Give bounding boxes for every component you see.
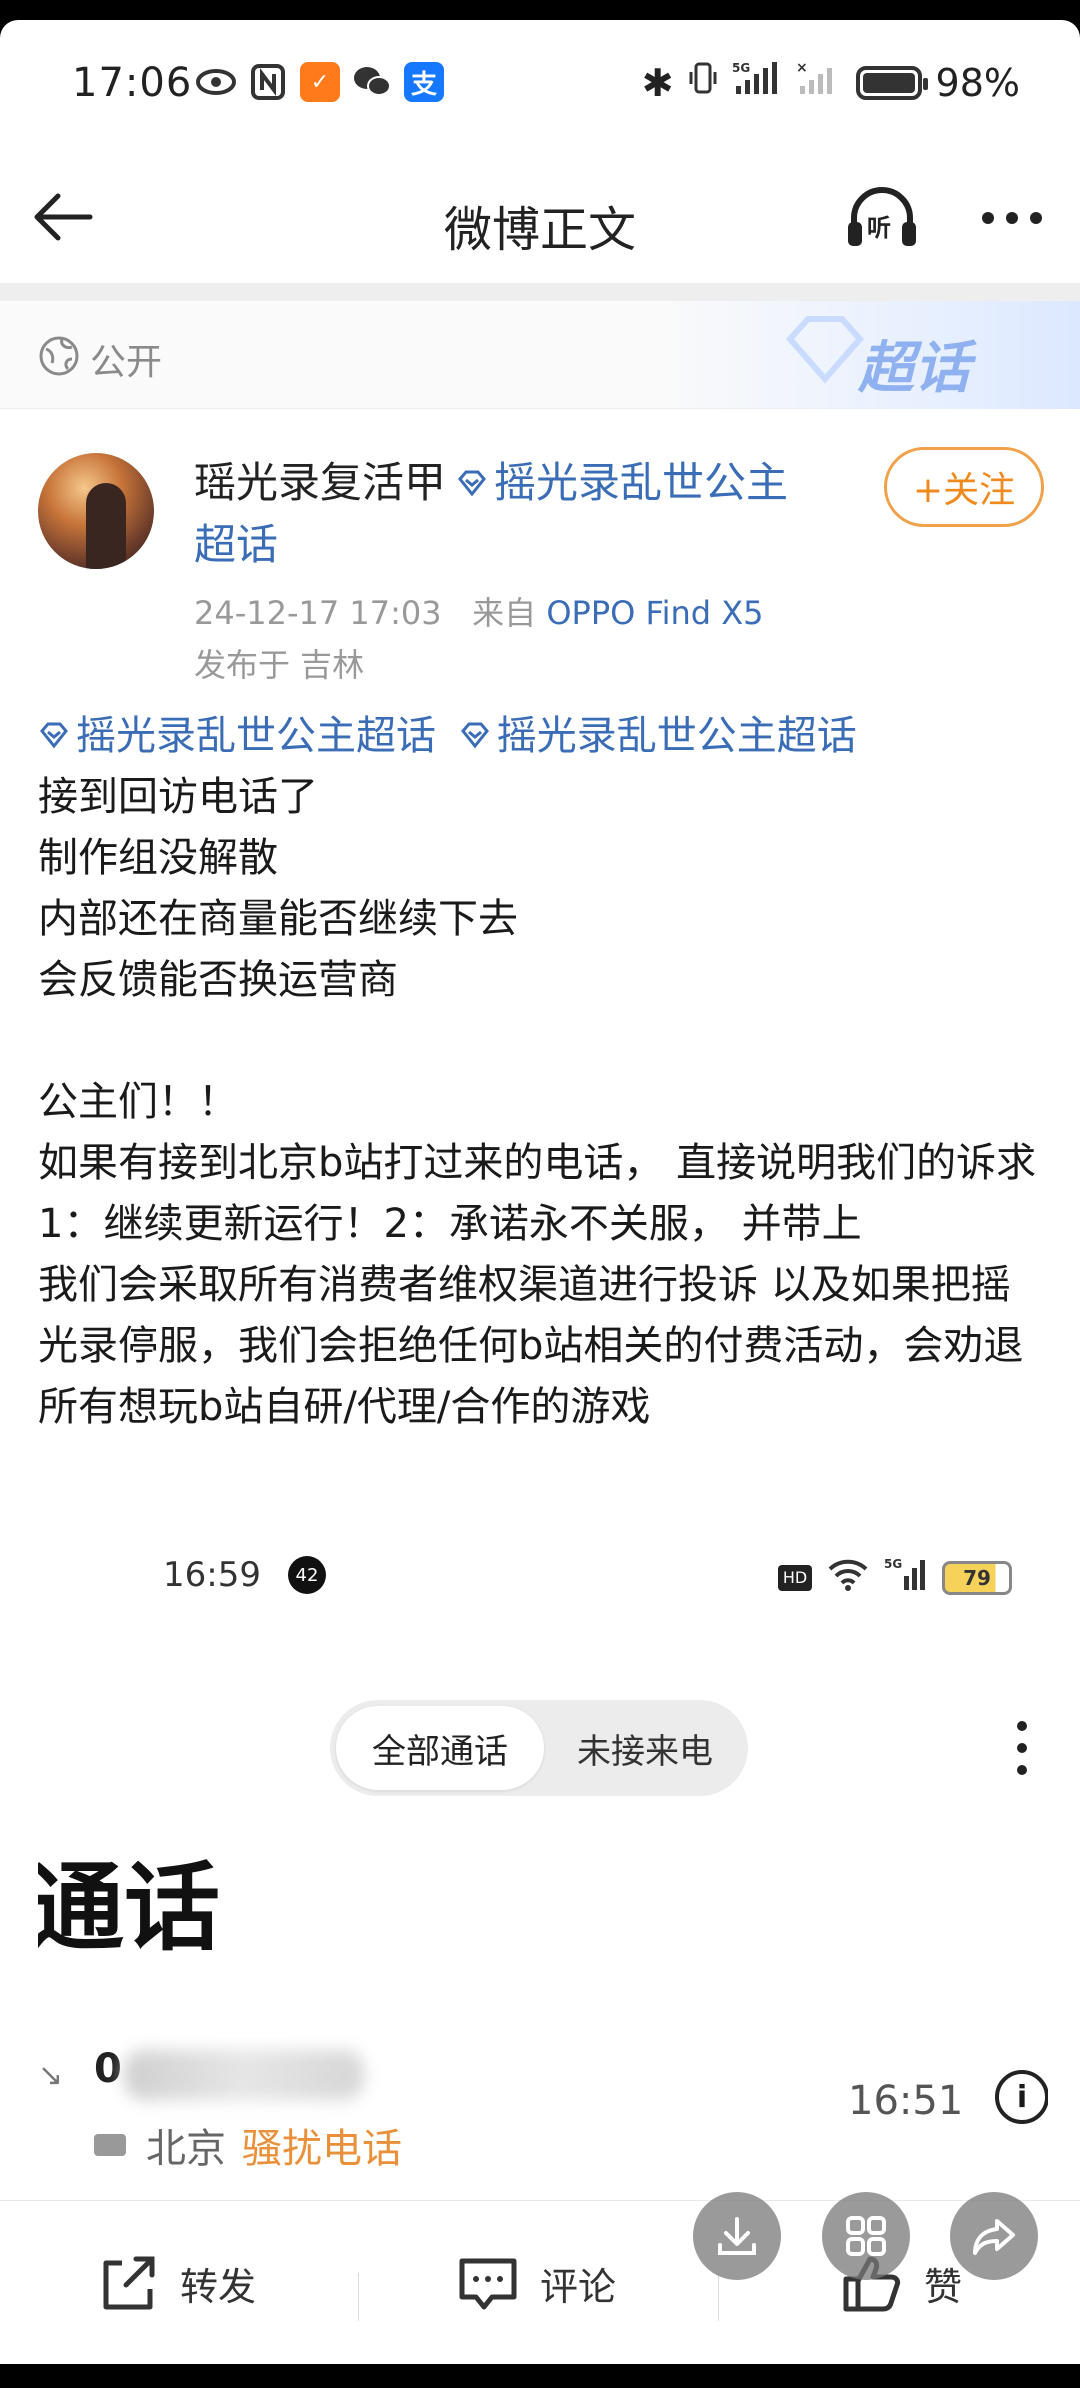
repost-label: 转发 bbox=[180, 2264, 257, 2309]
share-button[interactable] bbox=[950, 2192, 1038, 2280]
supertopic-diamond-icon bbox=[460, 722, 489, 749]
status-bar: 17:06 ✓ 支 ✱ 5G × 98% bbox=[0, 20, 1080, 140]
status-right-icons: ✱ 5G × 98% bbox=[642, 60, 1020, 105]
blurred-number bbox=[124, 2050, 364, 2100]
more-vertical-icon[interactable] bbox=[1016, 1718, 1028, 1778]
wechat-icon bbox=[352, 62, 392, 102]
repost-button[interactable]: 转发 bbox=[96, 2253, 256, 2313]
weibo-screen: 17:06 ✓ 支 ✱ 5G × 98% 微博正文 听 公开 超话 瑶光录复活甲… bbox=[0, 20, 1080, 2364]
call-filter-segment: 全部通话 未接来电 bbox=[330, 1700, 748, 1796]
bluetooth-icon: ✱ bbox=[641, 60, 674, 105]
call-city: 北京 bbox=[146, 2126, 226, 2172]
supertopic-diamond-icon bbox=[458, 470, 486, 497]
divider bbox=[358, 2273, 359, 2321]
status-time: 17:06 bbox=[72, 60, 193, 106]
grid-menu-button[interactable] bbox=[822, 2192, 910, 2280]
download-icon bbox=[718, 2217, 756, 2255]
hd-icon: HD bbox=[778, 1564, 812, 1591]
wifi-icon bbox=[826, 1557, 870, 1598]
eye-icon bbox=[196, 62, 236, 102]
headphones-icon: 听 bbox=[848, 187, 916, 246]
incoming-call-icon: ↘ bbox=[38, 2058, 64, 2093]
post-location: 发布于 吉林 bbox=[194, 646, 365, 684]
battery-icon bbox=[855, 65, 928, 100]
top-nav: 微博正文 听 bbox=[0, 140, 1080, 290]
nfc-icon bbox=[248, 62, 288, 102]
post-timestamp: 24-12-17 17:03 bbox=[194, 594, 442, 632]
more-horizontal-icon bbox=[982, 212, 1042, 224]
visibility-label: 公开 bbox=[90, 342, 163, 383]
svg-text:5G: 5G bbox=[732, 61, 750, 75]
image-battery: 79 bbox=[942, 1560, 1012, 1595]
source-prefix: 来自 bbox=[472, 594, 537, 632]
download-button[interactable] bbox=[693, 2192, 781, 2280]
visibility-row: 公开 超话 bbox=[0, 301, 1080, 409]
taobao-icon: ✓ bbox=[300, 62, 340, 102]
svg-text:听: 听 bbox=[867, 214, 891, 242]
image-status-time: 16:59 bbox=[163, 1555, 261, 1595]
device-link[interactable]: OPPO Find X5 bbox=[546, 594, 763, 632]
image-status-icons: HD 5G 79 bbox=[778, 1556, 1012, 1599]
signal-empty-icon: × bbox=[796, 60, 842, 105]
post-image[interactable]: 16:59 42 HD 5G 79 全部通话 未接来电 通话 ↘ 0 16:51… bbox=[38, 1530, 1048, 2220]
svg-text:5G: 5G bbox=[884, 1557, 902, 1571]
battery-percent: 98% bbox=[935, 60, 1020, 105]
vibrate-icon bbox=[688, 60, 718, 105]
post-body: 接到回访电话了 制作组没解散 内部还在商量能否继续下去 会反馈能否换运营商 公主… bbox=[38, 774, 1037, 1430]
supertopic-label: 超话 bbox=[858, 336, 970, 401]
sim-icon bbox=[94, 2134, 126, 2156]
tab-missed-calls[interactable]: 未接来电 bbox=[550, 1706, 740, 1790]
info-icon[interactable]: i bbox=[995, 2070, 1048, 2124]
supertopic-badge[interactable]: 超话 bbox=[660, 301, 1080, 409]
call-location: 北京 骚扰电话 bbox=[146, 2116, 402, 2174]
comment-button[interactable]: 评论 bbox=[456, 2253, 616, 2313]
bottom-action-bar: 转发 评论 赞 bbox=[0, 2200, 1080, 2364]
listen-button[interactable]: 听 bbox=[844, 180, 920, 256]
spam-tag: 骚扰电话 bbox=[242, 2126, 402, 2172]
diamond-watermark-icon bbox=[785, 316, 865, 384]
share-external-icon bbox=[103, 2256, 155, 2310]
more-options-button[interactable] bbox=[976, 182, 1048, 254]
tab-all-calls[interactable]: 全部通话 bbox=[336, 1706, 544, 1790]
post-author-line: 瑶光录复活甲 摇光录乱世公主超话 bbox=[194, 452, 814, 576]
post-meta: 24-12-17 17:03 来自 OPPO Find X5 bbox=[194, 588, 764, 634]
share-arrow-icon bbox=[973, 2219, 1015, 2255]
like-label: 赞 bbox=[924, 2264, 963, 2309]
status-notification-icons: ✓ 支 bbox=[196, 62, 444, 102]
comment-icon bbox=[459, 2258, 517, 2310]
signal-icon: 5G bbox=[884, 1556, 928, 1599]
section-divider bbox=[0, 283, 1080, 301]
call-number: 0 bbox=[94, 2046, 122, 2092]
divider bbox=[718, 2273, 719, 2321]
signal-5g-icon: 5G bbox=[732, 60, 782, 105]
topic-link[interactable]: 摇光录乱世公主超话 bbox=[38, 713, 436, 759]
svg-text:×: × bbox=[796, 60, 808, 76]
grid-icon bbox=[846, 2216, 886, 2256]
call-time: 16:51 bbox=[848, 2078, 964, 2124]
globe-icon bbox=[39, 336, 79, 376]
calls-title: 通话 bbox=[38, 1852, 220, 1964]
post-content: 摇光录乱世公主超话 摇光录乱世公主超话 接到回访电话了 制作组没解散 内部还在商… bbox=[38, 706, 1048, 1438]
username[interactable]: 瑶光录复活甲 bbox=[194, 458, 446, 507]
topic-link[interactable]: 摇光录乱世公主超话 bbox=[449, 713, 857, 759]
image-notification-badge: 42 bbox=[288, 1556, 326, 1594]
post-topic-links: 摇光录乱世公主超话 摇光录乱世公主超话 bbox=[38, 706, 1048, 767]
alipay-icon: 支 bbox=[404, 62, 444, 102]
comment-label: 评论 bbox=[540, 2264, 617, 2309]
supertopic-diamond-icon bbox=[40, 722, 68, 749]
avatar[interactable] bbox=[38, 453, 154, 569]
system-nav-bar bbox=[0, 2364, 1080, 2388]
follow-button[interactable]: +关注 bbox=[884, 447, 1044, 527]
